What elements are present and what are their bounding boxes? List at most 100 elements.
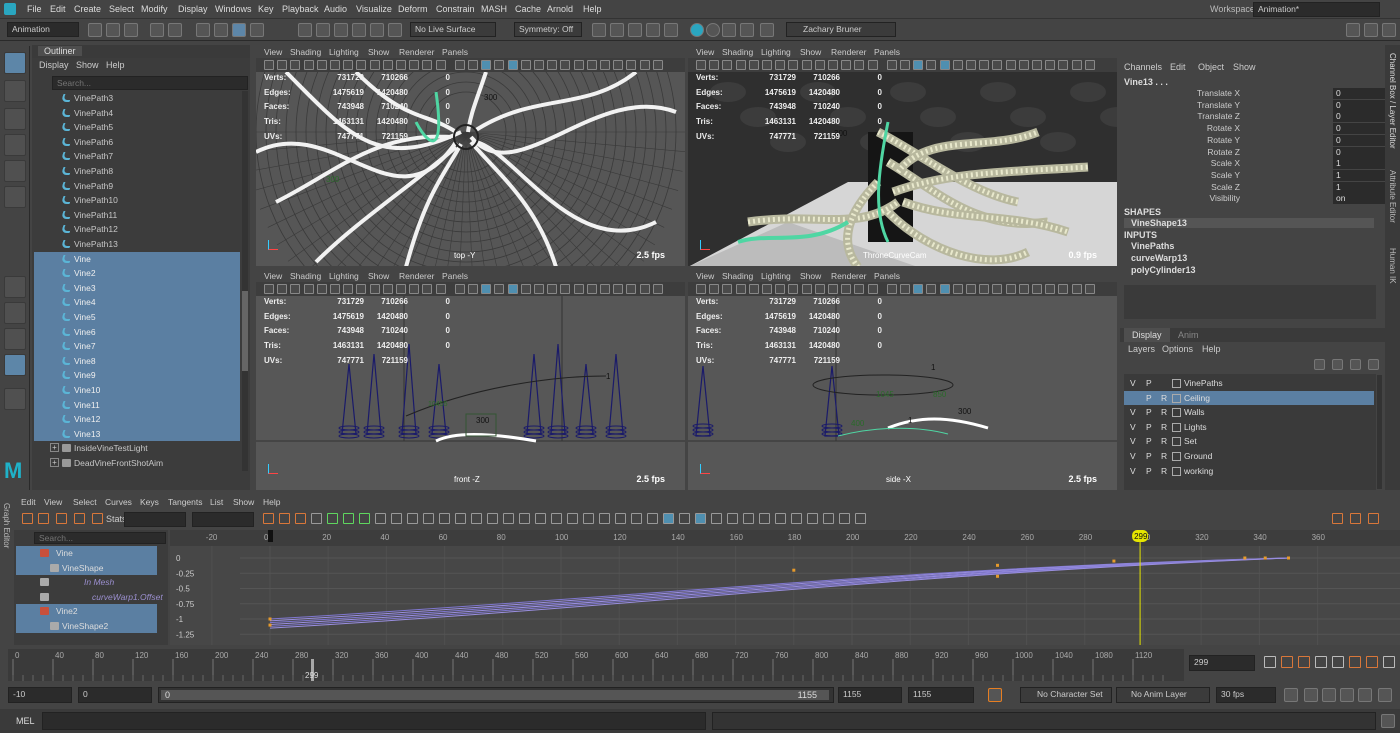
viewport-tool-icon[interactable]	[900, 284, 910, 294]
menu-audio[interactable]: Audio	[324, 4, 347, 14]
viewport-menu-item[interactable]: Show	[800, 271, 821, 281]
graph-tool-icon[interactable]	[551, 513, 562, 524]
viewport-tool-icon[interactable]	[626, 60, 637, 70]
viewport-tool-icon[interactable]	[926, 60, 937, 70]
viewport-tool-icon[interactable]	[979, 60, 990, 70]
viewport-tool-icon[interactable]	[613, 284, 624, 294]
viewport-tool-icon[interactable]	[396, 284, 406, 294]
viewport-tool-icon[interactable]	[992, 284, 1003, 294]
graph-outliner-item[interactable]: curveWarp1.Offset	[16, 590, 163, 605]
channel-row[interactable]: Scale Z 1	[1120, 181, 1385, 194]
outliner-item[interactable]: VinePath7	[34, 149, 240, 164]
viewport-tool-icon[interactable]	[1032, 60, 1042, 70]
tab-anim[interactable]: Anim	[1178, 330, 1199, 340]
outliner-item[interactable]: Vine	[34, 251, 240, 267]
viewport-tool-icon[interactable]	[560, 60, 571, 70]
viewport-menu-item[interactable]: View	[264, 47, 282, 57]
viewport-tool-icon[interactable]	[382, 60, 393, 70]
select-tool-icon[interactable]	[4, 52, 26, 74]
layer-visibility-toggle[interactable]: V	[1130, 464, 1136, 478]
channel-row[interactable]: Visibility on	[1120, 193, 1385, 205]
viewport-menu-item[interactable]: Panels	[442, 271, 468, 281]
viewport-tool-icon[interactable]	[913, 60, 924, 70]
viewport-tool-icon[interactable]	[814, 60, 825, 70]
graph-tool-icon[interactable]	[471, 513, 482, 524]
layer-visibility-toggle[interactable]: V	[1130, 376, 1136, 390]
outliner-item[interactable]: Vine11	[34, 397, 240, 413]
step-back-frame-icon[interactable]	[1298, 656, 1310, 668]
viewport-menu-item[interactable]: Renderer	[831, 271, 866, 281]
viewport-tool-icon[interactable]	[762, 60, 772, 70]
graph-tool-icon[interactable]	[791, 513, 802, 524]
viewport-tool-icon[interactable]	[939, 60, 950, 70]
viewport-tool-icon[interactable]	[735, 60, 746, 70]
viewport-tool-icon[interactable]	[1005, 60, 1016, 70]
graph-search-input[interactable]	[34, 532, 166, 544]
graph-tool-icon[interactable]	[263, 513, 274, 524]
outliner-menu-show[interactable]: Show	[76, 60, 99, 70]
outliner-item[interactable]: Vine10	[34, 383, 240, 398]
graph-plot-area[interactable]: -20 0 20 40 60 80 100 120 140 160 180 200 220 240 260 2…	[170, 530, 1400, 645]
viewport-tool-icon[interactable]	[652, 284, 663, 294]
menu-arnold[interactable]: Arnold	[547, 4, 573, 14]
snap-magnet-icon[interactable]	[388, 23, 402, 37]
ge-menu-keys[interactable]: Keys	[140, 497, 159, 507]
new-layer-icon[interactable]	[1350, 359, 1361, 370]
channels-menu-show[interactable]: Show	[1233, 62, 1256, 72]
graph-tool-icon[interactable]	[56, 513, 67, 524]
step-forward-key-icon[interactable]	[1366, 656, 1378, 668]
channels-menu-edit[interactable]: Edit	[1170, 62, 1186, 72]
viewport-tool-icon[interactable]	[409, 60, 420, 70]
viewport-top[interactable]: View Shading Lighting Show Renderer Panels 300…	[256, 45, 685, 266]
graph-tool-icon[interactable]	[295, 513, 306, 524]
graph-tool-icon[interactable]	[711, 513, 722, 524]
graph-tool-icon[interactable]	[615, 513, 626, 524]
viewport-tool-icon[interactable]	[748, 284, 759, 294]
menu-windows[interactable]: Windows	[215, 4, 252, 14]
graph-tool-icon[interactable]	[823, 513, 834, 524]
save-scene-icon[interactable]	[124, 23, 138, 37]
render-view-icon[interactable]	[664, 23, 678, 37]
viewport-tool-icon[interactable]	[788, 284, 799, 294]
input-item[interactable]: curveWarp13	[1131, 253, 1187, 263]
viewport-tool-icon[interactable]	[1084, 284, 1095, 294]
viewport-tool-icon[interactable]	[290, 60, 301, 70]
viewport-menu-item[interactable]: View	[696, 271, 714, 281]
render-frame-icon[interactable]	[592, 23, 606, 37]
channel-value[interactable]: 0	[1333, 99, 1385, 111]
layer-visibility-toggle[interactable]: V	[1130, 405, 1136, 419]
channel-value[interactable]: 1	[1333, 169, 1385, 181]
graph-tool-icon[interactable]	[855, 513, 866, 524]
graph-tool-icon[interactable]	[423, 513, 434, 524]
viewport-tool-icon[interactable]	[369, 284, 380, 294]
viewport-tool-icon[interactable]	[573, 60, 584, 70]
toggle-panel-icon[interactable]	[760, 23, 774, 37]
layer-reference-toggle[interactable]: R	[1161, 434, 1167, 448]
channels-menu-object[interactable]: Object	[1198, 62, 1224, 72]
ge-menu-show[interactable]: Show	[233, 497, 254, 507]
viewport-tool-icon[interactable]	[854, 284, 865, 294]
character-set-select[interactable]: No Character Set	[1020, 687, 1112, 703]
viewport-menu-item[interactable]: Shading	[722, 47, 753, 57]
viewport-tool-icon[interactable]	[1071, 60, 1082, 70]
graph-view-icon[interactable]	[1350, 513, 1361, 524]
render-settings-icon[interactable]	[628, 23, 642, 37]
viewport-tool-icon[interactable]	[952, 284, 963, 294]
keyframe[interactable]	[268, 623, 272, 627]
viewport-tool-icon[interactable]	[1045, 60, 1056, 70]
layer-color-icon[interactable]	[1172, 408, 1181, 418]
select-object-icon[interactable]	[214, 23, 228, 37]
viewport-tool-icon[interactable]	[639, 284, 650, 294]
tab-display[interactable]: Display	[1124, 328, 1170, 342]
viewport-tool-icon[interactable]	[735, 284, 746, 294]
layer-move-up-icon[interactable]	[1314, 359, 1325, 370]
channel-value[interactable]: 1	[1333, 158, 1385, 170]
range-handle[interactable]: 0 1155	[161, 690, 829, 700]
viewport-tool-icon[interactable]	[560, 284, 571, 294]
viewport-tool-icon[interactable]	[841, 284, 852, 294]
viewport-menu-item[interactable]: Panels	[874, 271, 900, 281]
viewport-menu-item[interactable]: Panels	[442, 47, 468, 57]
layer-reference-toggle[interactable]: R	[1161, 449, 1167, 463]
viewport-tool-icon[interactable]	[696, 284, 706, 294]
layer-row[interactable]: P R Ceiling	[1124, 390, 1374, 406]
